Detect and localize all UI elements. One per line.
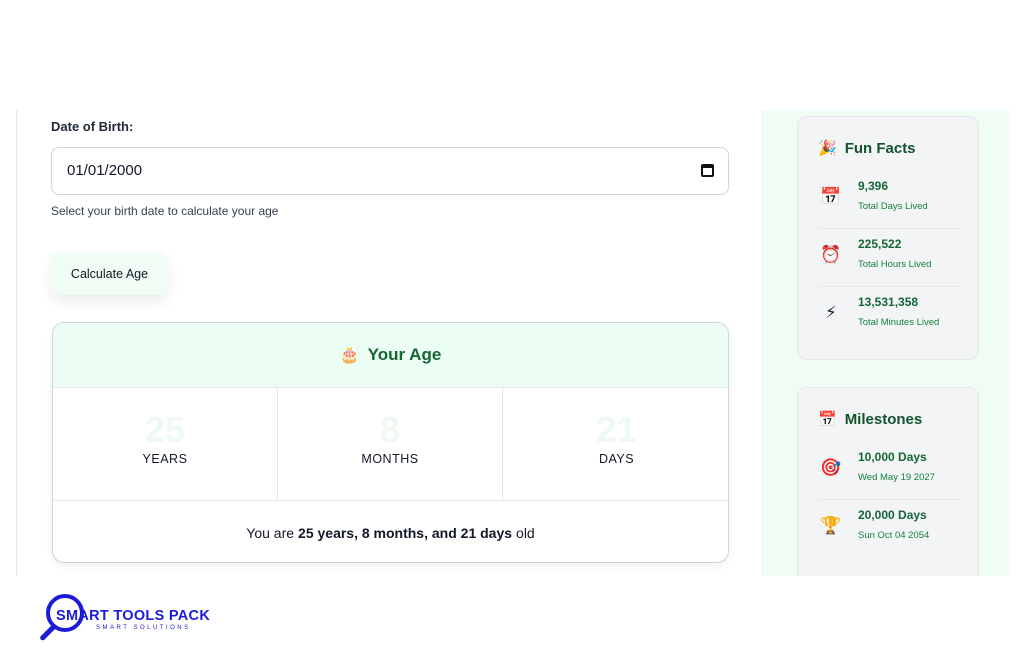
result-header: 🎂 Your Age — [53, 323, 728, 388]
months-cell: 8 MONTHS — [278, 388, 503, 501]
fact-item: ⏰ 225,522 Total Hours Lived — [818, 235, 960, 287]
milestone-value: 20,000 Days — [858, 508, 927, 522]
months-unit: MONTHS — [361, 452, 419, 466]
target-icon: 🎯 — [820, 458, 842, 477]
fun-facts-title: Fun Facts — [844, 139, 916, 157]
milestone-item: 🎯 10,000 Days Wed May 19 2027 — [818, 448, 960, 500]
years-cell: 25 YEARS — [53, 388, 278, 501]
summary-suffix: old — [516, 524, 535, 541]
fun-facts-card: 🎉 Fun Facts 📅 9,396 Total Days Lived ⏰ 2… — [797, 116, 979, 360]
lightning-icon: ⚡ — [825, 303, 837, 322]
years-unit: YEARS — [142, 452, 188, 466]
fact-item: ⚡ 13,531,358 Total Minutes Lived — [818, 293, 960, 345]
fact-label: Total Minutes Lived — [858, 317, 940, 328]
years-value: 25 — [144, 409, 186, 450]
calendar-picker-icon[interactable] — [701, 164, 714, 177]
days-value: 21 — [596, 409, 637, 450]
dob-label: Date of Birth: — [51, 119, 134, 134]
page: Date of Birth: 01/01/2000 Select your bi… — [0, 0, 1024, 667]
logo-subtitle: SMART SOLUTIONS — [96, 625, 191, 631]
fact-value: 9,396 — [858, 179, 889, 193]
milestones-title: Milestones — [844, 410, 923, 428]
milestones-heading: 📅 Milestones — [818, 410, 923, 429]
fact-item: 📅 9,396 Total Days Lived — [818, 177, 960, 229]
fact-value: 225,522 — [858, 237, 902, 251]
days-unit: DAYS — [598, 452, 635, 466]
fun-facts-heading: 🎉 Fun Facts — [818, 139, 916, 158]
summary-prefix: You are — [246, 524, 295, 541]
dob-help-text: Select your birth date to calculate your… — [51, 204, 279, 218]
age-calculator-panel: Date of Birth: 01/01/2000 Select your bi… — [16, 110, 762, 576]
summary-bold: 25 years, 8 months, and 21 days — [298, 524, 513, 541]
dob-value: 01/01/2000 — [67, 162, 143, 179]
fact-value: 13,531,358 — [858, 295, 919, 309]
dob-date-input[interactable]: 01/01/2000 — [51, 147, 729, 195]
fact-label: Total Hours Lived — [858, 259, 932, 270]
months-value: 8 — [379, 409, 401, 450]
age-result-card: 🎂 Your Age 25 YEARS 8 MONTHS 21 DAYS You… — [52, 322, 729, 563]
cake-icon: 🎂 — [339, 347, 360, 364]
result-title: Your Age — [367, 345, 442, 364]
party-popper-icon: 🎉 — [818, 140, 837, 157]
fact-label: Total Days Lived — [858, 201, 928, 212]
alarm-clock-icon: ⏰ — [820, 245, 842, 264]
calendar-icon: 📅 — [820, 187, 842, 206]
milestone-value: 10,000 Days — [858, 450, 927, 464]
calculate-age-button[interactable]: Calculate Age — [51, 253, 168, 295]
milestone-date: Wed May 19 2027 — [858, 472, 935, 483]
sidebar: 🎉 Fun Facts 📅 9,396 Total Days Lived ⏰ 2… — [762, 110, 1010, 576]
calendar-icon: 📅 — [818, 411, 837, 428]
milestone-date: Sun Oct 04 2054 — [858, 530, 930, 541]
trophy-icon: 🏆 — [820, 516, 842, 535]
logo-title: SMART TOOLS PACK — [56, 608, 211, 624]
milestone-item: 🏆 20,000 Days Sun Oct 04 2054 — [818, 506, 960, 558]
magnifier-handle — [39, 623, 57, 642]
age-summary: You are 25 years, 8 months, and 21 days … — [53, 501, 728, 562]
days-cell: 21 DAYS — [503, 388, 728, 501]
smart-tools-pack-logo: SMART TOOLS PACK SMART SOLUTIONS — [34, 590, 234, 652]
milestones-card: 📅 Milestones 🎯 10,000 Days Wed May 19 20… — [797, 387, 979, 576]
